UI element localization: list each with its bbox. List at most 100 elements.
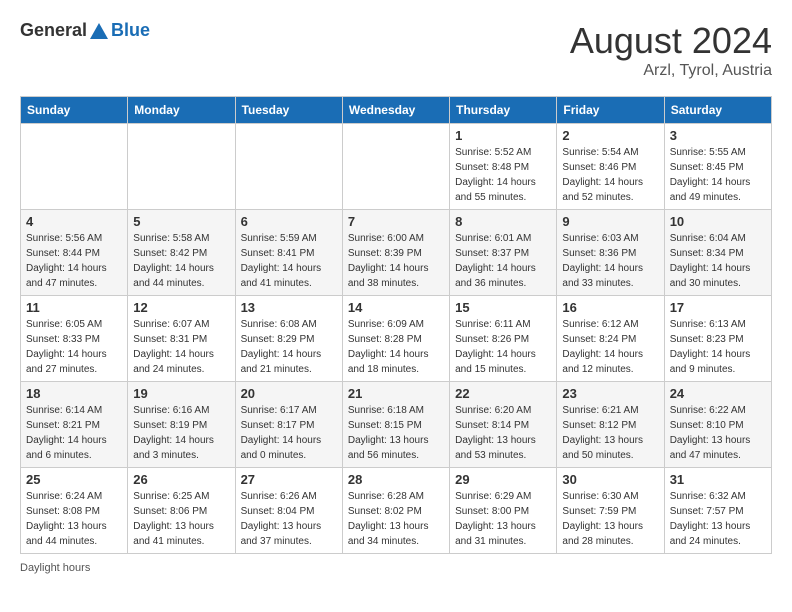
weekday-header: Thursday [450, 97, 557, 124]
calendar-cell: 24 Sunrise: 6:22 AMSunset: 8:10 PMDayligh… [664, 382, 771, 468]
calendar-cell: 4Sunrise: 5:56 AMSunset: 8:44 PMDaylight… [21, 210, 128, 296]
day-info: Sunrise: 6:32 AMSunset: 7:57 PMDaylight:… [670, 489, 766, 549]
calendar-cell: 22 Sunrise: 6:20 AMSunset: 8:14 PMDayligh… [450, 382, 557, 468]
day-info: Sunrise: 5:56 AMSunset: 8:44 PMDaylight:… [26, 231, 122, 291]
day-number: 25 [26, 472, 122, 487]
day-info: Sunrise: 6:01 AMSunset: 8:37 PMDaylight:… [455, 231, 551, 291]
calendar-cell: 12 Sunrise: 6:07 AMSunset: 8:31 PMDayligh… [128, 296, 235, 382]
calendar-cell: 10 Sunrise: 6:04 AMSunset: 8:34 PMDayligh… [664, 210, 771, 296]
calendar-cell: 30 Sunrise: 6:30 AMSunset: 7:59 PMDayligh… [557, 468, 664, 554]
day-number: 18 [26, 386, 122, 401]
calendar-cell: 11 Sunrise: 6:05 AMSunset: 8:33 PMDayligh… [21, 296, 128, 382]
day-info: Sunrise: 6:21 AMSunset: 8:12 PMDaylight:… [562, 403, 658, 463]
calendar-week-row: 1Sunrise: 5:52 AMSunset: 8:48 PMDaylight… [21, 124, 772, 210]
calendar-cell: 8 Sunrise: 6:01 AMSunset: 8:37 PMDaylight… [450, 210, 557, 296]
day-number: 22 [455, 386, 551, 401]
logo-general: General [20, 20, 87, 40]
day-info: Sunrise: 6:08 AMSunset: 8:29 PMDaylight:… [241, 317, 337, 377]
day-number: 8 [455, 214, 551, 229]
day-number: 12 [133, 300, 229, 315]
day-number: 14 [348, 300, 444, 315]
day-info: Sunrise: 5:59 AMSunset: 8:41 PMDaylight:… [241, 231, 337, 291]
day-info: Sunrise: 6:20 AMSunset: 8:14 PMDaylight:… [455, 403, 551, 463]
calendar-cell: 28 Sunrise: 6:28 AMSunset: 8:02 PMDayligh… [342, 468, 449, 554]
calendar-cell: 16 Sunrise: 6:12 AMSunset: 8:24 PMDayligh… [557, 296, 664, 382]
day-info: Sunrise: 6:22 AMSunset: 8:10 PMDaylight:… [670, 403, 766, 463]
calendar-week-row: 11 Sunrise: 6:05 AMSunset: 8:33 PMDayligh… [21, 296, 772, 382]
day-info: Sunrise: 6:13 AMSunset: 8:23 PMDaylight:… [670, 317, 766, 377]
day-info: Sunrise: 6:00 AMSunset: 8:39 PMDaylight:… [348, 231, 444, 291]
day-info: Sunrise: 6:30 AMSunset: 7:59 PMDaylight:… [562, 489, 658, 549]
day-info: Sunrise: 6:14 AMSunset: 8:21 PMDaylight:… [26, 403, 122, 463]
day-info: Sunrise: 6:07 AMSunset: 8:31 PMDaylight:… [133, 317, 229, 377]
day-info: Sunrise: 5:54 AMSunset: 8:46 PMDaylight:… [562, 145, 658, 205]
month-year-title: August 2024 [570, 20, 772, 62]
day-number: 28 [348, 472, 444, 487]
day-info: Sunrise: 6:05 AMSunset: 8:33 PMDaylight:… [26, 317, 122, 377]
day-number: 27 [241, 472, 337, 487]
day-number: 2 [562, 128, 658, 143]
footer-note: Daylight hours [20, 562, 772, 574]
day-info: Sunrise: 6:12 AMSunset: 8:24 PMDaylight:… [562, 317, 658, 377]
calendar-week-row: 18 Sunrise: 6:14 AMSunset: 8:21 PMDayligh… [21, 382, 772, 468]
day-number: 24 [670, 386, 766, 401]
calendar-cell: 5 Sunrise: 5:58 AMSunset: 8:42 PMDaylight… [128, 210, 235, 296]
weekday-header: Monday [128, 97, 235, 124]
weekday-header-row: SundayMondayTuesdayWednesdayThursdayFrid… [21, 97, 772, 124]
day-info: Sunrise: 6:29 AMSunset: 8:00 PMDaylight:… [455, 489, 551, 549]
day-number: 20 [241, 386, 337, 401]
calendar-cell: 20 Sunrise: 6:17 AMSunset: 8:17 PMDayligh… [235, 382, 342, 468]
day-info: Sunrise: 6:16 AMSunset: 8:19 PMDaylight:… [133, 403, 229, 463]
day-info: Sunrise: 6:25 AMSunset: 8:06 PMDaylight:… [133, 489, 229, 549]
day-info: Sunrise: 5:58 AMSunset: 8:42 PMDaylight:… [133, 231, 229, 291]
day-info: Sunrise: 6:24 AMSunset: 8:08 PMDaylight:… [26, 489, 122, 549]
location-subtitle: Arzl, Tyrol, Austria [570, 62, 772, 80]
calendar-cell [128, 124, 235, 210]
calendar-cell: 19 Sunrise: 6:16 AMSunset: 8:19 PMDayligh… [128, 382, 235, 468]
calendar-cell: 6Sunrise: 5:59 AMSunset: 8:41 PMDaylight… [235, 210, 342, 296]
page-header: General Blue August 2024 Arzl, Tyrol, Aus… [20, 20, 772, 80]
calendar-cell: 29 Sunrise: 6:29 AMSunset: 8:00 PMDayligh… [450, 468, 557, 554]
calendar-cell: 2 Sunrise: 5:54 AMSunset: 8:46 PMDaylight… [557, 124, 664, 210]
day-number: 10 [670, 214, 766, 229]
day-number: 23 [562, 386, 658, 401]
day-info: Sunrise: 6:28 AMSunset: 8:02 PMDaylight:… [348, 489, 444, 549]
day-number: 11 [26, 300, 122, 315]
day-number: 7 [348, 214, 444, 229]
calendar-cell: 21 Sunrise: 6:18 AMSunset: 8:15 PMDayligh… [342, 382, 449, 468]
day-number: 29 [455, 472, 551, 487]
calendar-cell: 9Sunrise: 6:03 AMSunset: 8:36 PMDaylight… [557, 210, 664, 296]
calendar-cell: 18 Sunrise: 6:14 AMSunset: 8:21 PMDayligh… [21, 382, 128, 468]
day-number: 3 [670, 128, 766, 143]
weekday-header: Tuesday [235, 97, 342, 124]
day-number: 5 [133, 214, 229, 229]
weekday-header: Sunday [21, 97, 128, 124]
day-info: Sunrise: 6:18 AMSunset: 8:15 PMDaylight:… [348, 403, 444, 463]
logo-icon [88, 21, 110, 43]
day-number: 19 [133, 386, 229, 401]
calendar-week-row: 25 Sunrise: 6:24 AMSunset: 8:08 PMDayligh… [21, 468, 772, 554]
day-info: Sunrise: 6:17 AMSunset: 8:17 PMDaylight:… [241, 403, 337, 463]
day-info: Sunrise: 6:04 AMSunset: 8:34 PMDaylight:… [670, 231, 766, 291]
calendar-week-row: 4Sunrise: 5:56 AMSunset: 8:44 PMDaylight… [21, 210, 772, 296]
calendar-cell: 3Sunrise: 5:55 AMSunset: 8:45 PMDaylight… [664, 124, 771, 210]
day-number: 21 [348, 386, 444, 401]
day-number: 16 [562, 300, 658, 315]
calendar-cell: 1Sunrise: 5:52 AMSunset: 8:48 PMDaylight… [450, 124, 557, 210]
calendar-cell: 15Sunrise: 6:11 AMSunset: 8:26 PMDayligh… [450, 296, 557, 382]
calendar-cell [342, 124, 449, 210]
day-info: Sunrise: 6:26 AMSunset: 8:04 PMDaylight:… [241, 489, 337, 549]
logo-text: General Blue [20, 20, 150, 43]
weekday-header: Wednesday [342, 97, 449, 124]
day-number: 1 [455, 128, 551, 143]
day-number: 30 [562, 472, 658, 487]
title-block: August 2024 Arzl, Tyrol, Austria [570, 20, 772, 80]
logo: General Blue [20, 20, 150, 43]
calendar-cell [235, 124, 342, 210]
logo-blue: Blue [111, 20, 150, 40]
day-number: 31 [670, 472, 766, 487]
calendar-cell: 26Sunrise: 6:25 AMSunset: 8:06 PMDayligh… [128, 468, 235, 554]
weekday-header: Saturday [664, 97, 771, 124]
day-info: Sunrise: 6:11 AMSunset: 8:26 PMDaylight:… [455, 317, 551, 377]
calendar-table: SundayMondayTuesdayWednesdayThursdayFrid… [20, 96, 772, 554]
